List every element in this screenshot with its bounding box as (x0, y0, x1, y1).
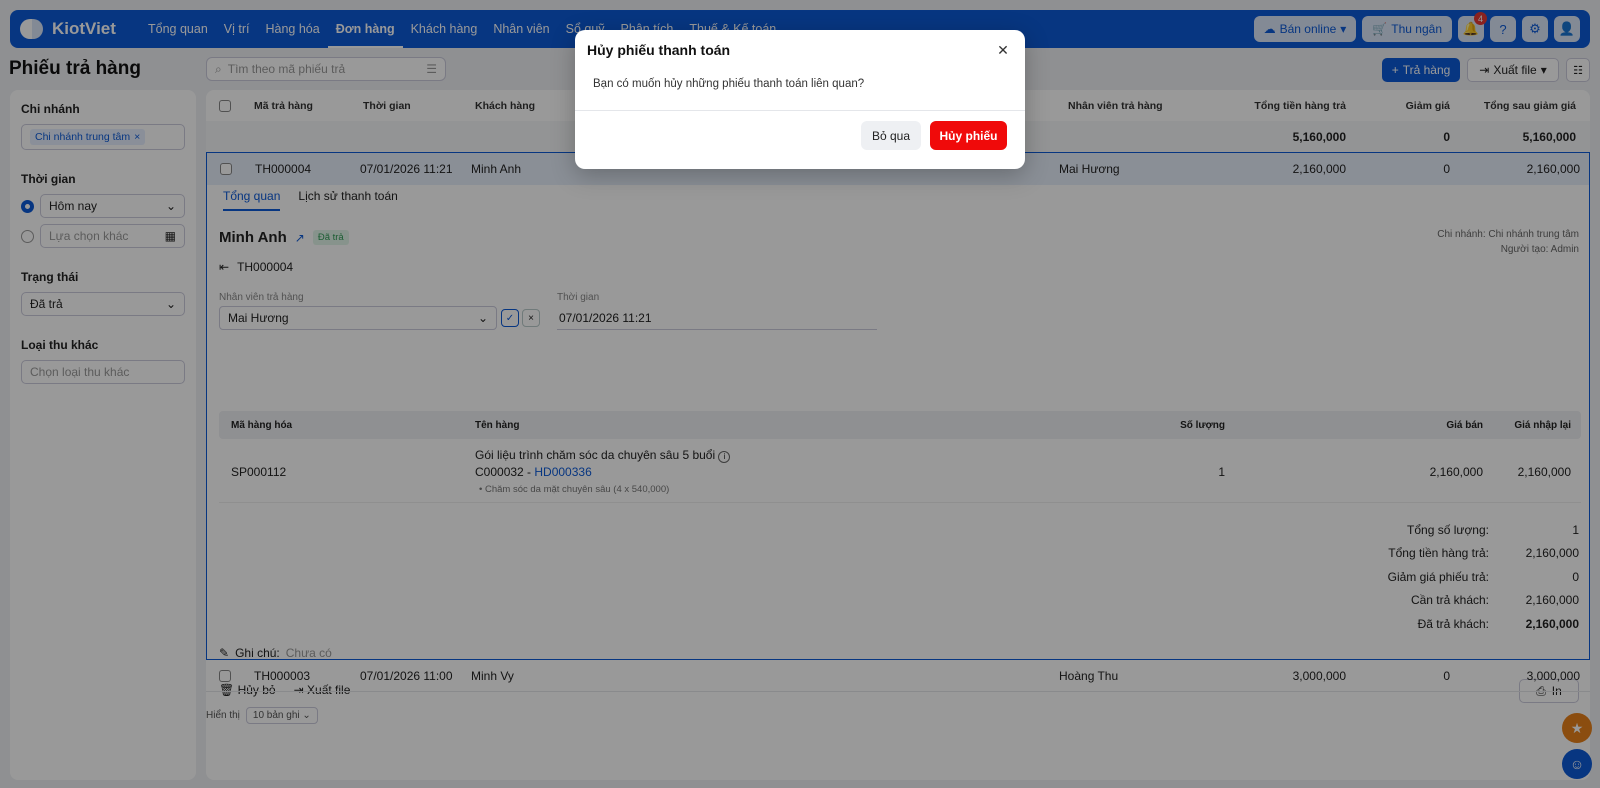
close-icon: ✕ (997, 41, 1009, 58)
confirm-cancel-button[interactable]: Hủy phiếu (930, 121, 1007, 150)
dialog-title: Hủy phiếu thanh toán (587, 42, 731, 58)
dialog-message: Bạn có muốn hủy những phiếu thanh toán l… (593, 78, 865, 90)
skip-button[interactable]: Bỏ qua (861, 121, 921, 150)
cancel-payment-dialog: Hủy phiếu thanh toán ✕ Bạn có muốn hủy n… (575, 30, 1025, 169)
dialog-divider (575, 110, 1025, 111)
dialog-close-button[interactable]: ✕ (993, 40, 1013, 60)
